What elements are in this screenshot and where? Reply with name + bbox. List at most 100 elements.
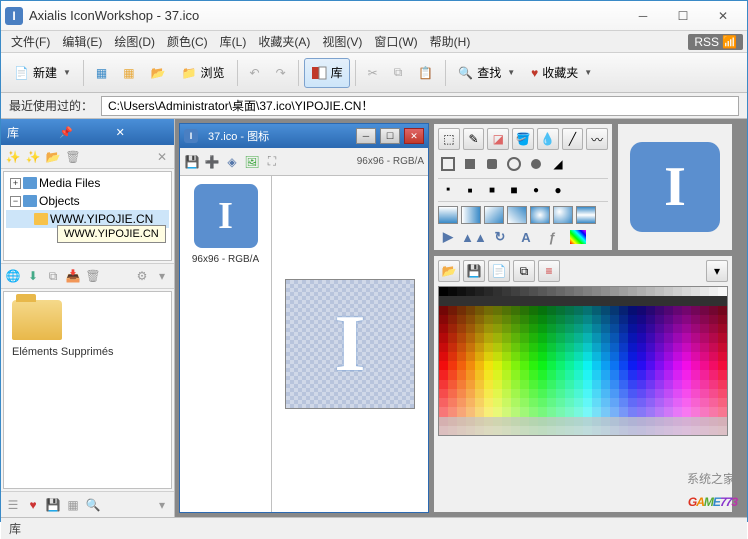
- color-swatch[interactable]: [691, 343, 700, 352]
- color-swatch[interactable]: [538, 417, 547, 426]
- color-swatch[interactable]: [565, 380, 574, 389]
- color-swatch[interactable]: [610, 324, 619, 333]
- color-swatch[interactable]: [502, 315, 511, 324]
- color-swatch[interactable]: [601, 352, 610, 361]
- color-swatch[interactable]: [628, 306, 637, 315]
- color-swatch[interactable]: [448, 426, 457, 435]
- color-swatch[interactable]: [709, 315, 718, 324]
- color-swatch[interactable]: [457, 389, 466, 398]
- editor-canvas[interactable]: I: [285, 279, 415, 409]
- color-swatch[interactable]: [592, 352, 601, 361]
- color-swatch[interactable]: [466, 370, 475, 379]
- color-swatch[interactable]: [466, 361, 475, 370]
- color-swatch[interactable]: [601, 417, 610, 426]
- color-swatch[interactable]: [475, 324, 484, 333]
- color-swatch[interactable]: [511, 296, 520, 305]
- color-swatch[interactable]: [610, 352, 619, 361]
- color-swatch[interactable]: [511, 361, 520, 370]
- color-swatch[interactable]: [673, 426, 682, 435]
- props-icon[interactable]: ⚙: [134, 268, 150, 284]
- color-swatch[interactable]: [448, 296, 457, 305]
- color-swatch[interactable]: [682, 287, 691, 296]
- color-swatch[interactable]: [547, 315, 556, 324]
- color-swatch[interactable]: [547, 407, 556, 416]
- color-swatch[interactable]: [709, 287, 718, 296]
- color-swatch[interactable]: [502, 296, 511, 305]
- color-swatch[interactable]: [646, 361, 655, 370]
- color-swatch[interactable]: [601, 389, 610, 398]
- color-swatch[interactable]: [556, 296, 565, 305]
- save-icon[interactable]: 💾: [45, 497, 61, 513]
- color-swatch[interactable]: [646, 343, 655, 352]
- color-swatch[interactable]: [556, 306, 565, 315]
- color-swatch[interactable]: [520, 361, 529, 370]
- color-swatch[interactable]: [466, 352, 475, 361]
- color-swatch[interactable]: [583, 324, 592, 333]
- color-swatch[interactable]: [538, 407, 547, 416]
- doc-close-button[interactable]: ✕: [404, 128, 424, 144]
- color-swatch[interactable]: [475, 343, 484, 352]
- color-swatch[interactable]: [664, 407, 673, 416]
- color-swatch[interactable]: [520, 407, 529, 416]
- color-swatch[interactable]: [574, 361, 583, 370]
- color-swatch[interactable]: [646, 315, 655, 324]
- color-swatch[interactable]: [439, 370, 448, 379]
- new-button[interactable]: 📄 新建 ▼: [7, 58, 78, 88]
- color-swatch[interactable]: [556, 315, 565, 324]
- color-swatch[interactable]: [556, 426, 565, 435]
- color-swatch[interactable]: [601, 361, 610, 370]
- color-swatch[interactable]: [637, 315, 646, 324]
- color-swatch[interactable]: [484, 296, 493, 305]
- color-swatch[interactable]: [565, 315, 574, 324]
- color-swatch[interactable]: [628, 287, 637, 296]
- save-icon[interactable]: 🗑: [65, 149, 81, 165]
- color-swatch[interactable]: [664, 352, 673, 361]
- eyedropper-tool[interactable]: 💧: [537, 128, 559, 150]
- color-swatch[interactable]: [655, 296, 664, 305]
- color-swatch[interactable]: [637, 296, 646, 305]
- color-swatch[interactable]: [466, 306, 475, 315]
- color-swatch[interactable]: [448, 333, 457, 342]
- color-swatch[interactable]: [466, 389, 475, 398]
- color-swatch[interactable]: [682, 407, 691, 416]
- color-swatch[interactable]: [610, 306, 619, 315]
- color-swatch[interactable]: [691, 333, 700, 342]
- color-swatch[interactable]: [592, 361, 601, 370]
- color-swatch[interactable]: [475, 370, 484, 379]
- color-swatch[interactable]: [493, 343, 502, 352]
- color-swatch[interactable]: [565, 352, 574, 361]
- copy-button[interactable]: ⧉: [387, 58, 410, 88]
- grad-1[interactable]: [438, 206, 458, 224]
- color-swatch[interactable]: [574, 398, 583, 407]
- color-swatch[interactable]: [583, 343, 592, 352]
- menu-view[interactable]: 视图(V): [316, 31, 368, 52]
- color-swatch[interactable]: [457, 296, 466, 305]
- color-swatch[interactable]: [538, 296, 547, 305]
- color-swatch[interactable]: [592, 389, 601, 398]
- color-swatch[interactable]: [475, 398, 484, 407]
- color-swatch[interactable]: [637, 398, 646, 407]
- color-swatch[interactable]: [628, 389, 637, 398]
- color-swatch[interactable]: [628, 315, 637, 324]
- color-swatch[interactable]: [448, 370, 457, 379]
- color-swatch[interactable]: [664, 315, 673, 324]
- color-swatch[interactable]: [592, 426, 601, 435]
- color-swatch[interactable]: [610, 426, 619, 435]
- poly-tool[interactable]: ◢: [550, 156, 566, 172]
- color-swatch[interactable]: [646, 426, 655, 435]
- color-swatch[interactable]: [493, 389, 502, 398]
- import-icon[interactable]: 📥: [65, 268, 81, 284]
- color-swatch[interactable]: [574, 389, 583, 398]
- color-swatch[interactable]: [448, 361, 457, 370]
- color-swatch[interactable]: [520, 352, 529, 361]
- color-swatch[interactable]: [592, 370, 601, 379]
- tree-row[interactable]: + Media Files: [6, 174, 169, 192]
- color-swatch[interactable]: [439, 426, 448, 435]
- color-swatch[interactable]: [565, 407, 574, 416]
- color-swatch[interactable]: [700, 361, 709, 370]
- color-swatch[interactable]: [610, 361, 619, 370]
- color-swatch[interactable]: [709, 370, 718, 379]
- color-swatch[interactable]: [547, 370, 556, 379]
- size-1[interactable]: ■: [440, 182, 456, 198]
- color-swatch[interactable]: [709, 352, 718, 361]
